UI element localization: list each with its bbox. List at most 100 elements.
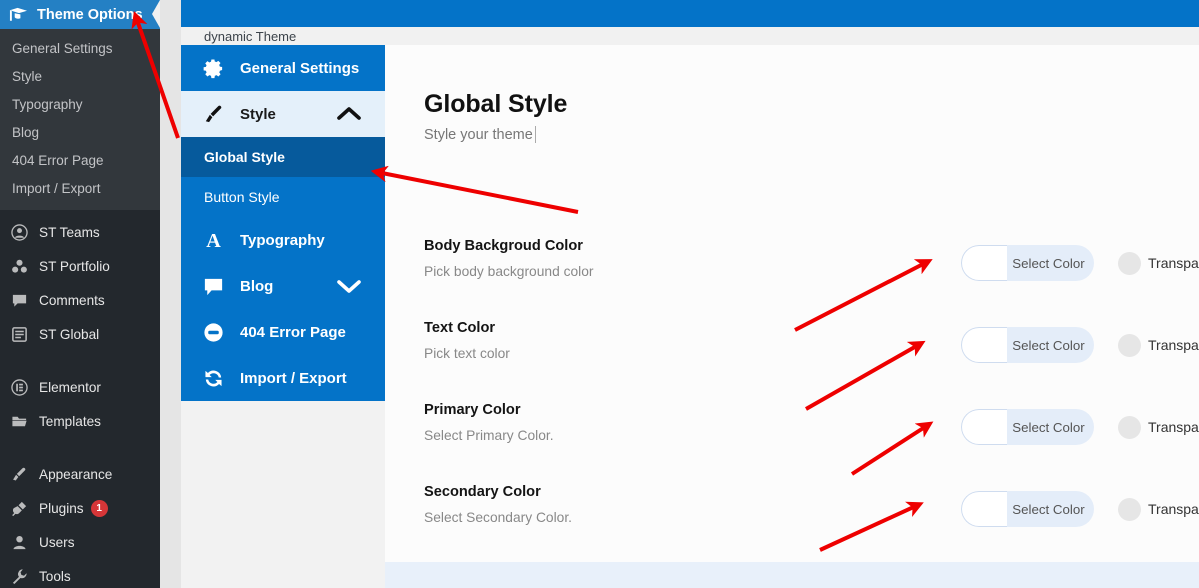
sidebar-label: ST Global (39, 326, 100, 342)
color-swatch[interactable] (961, 409, 1007, 445)
transparent-radio-option[interactable]: Transparent (1118, 251, 1199, 275)
field-controls: Select Color Transparent (961, 409, 1199, 445)
three-dots-icon (8, 258, 30, 275)
sidebar-item-templates[interactable]: Templates (0, 404, 160, 438)
nav-label: Blog (240, 277, 274, 295)
content-bottom-band (385, 562, 1199, 588)
sidebar-item-appearance[interactable]: Appearance (0, 457, 160, 491)
sidebar-label: Users (39, 534, 75, 550)
nav-label: Typography (240, 231, 325, 249)
field-text-block: Primary Color Select Primary Color. (424, 402, 924, 443)
color-picker-label: Select Color (1012, 255, 1085, 271)
submenu-item-general-settings[interactable]: General Settings (0, 35, 160, 63)
field-body-background-color: Body Backgroud Color Pick body backgroun… (424, 238, 1199, 281)
sidebar-item-plugins[interactable]: Plugins 1 (0, 491, 160, 525)
nav-label: Button Style (204, 189, 280, 205)
submenu-item-import-export[interactable]: Import / Export (0, 175, 160, 203)
sidebar-theme-options-label: Theme Options (37, 6, 143, 23)
transparent-radio-option[interactable]: Transparent (1118, 333, 1199, 357)
field-description: Pick text color (424, 346, 510, 361)
nav-item-typography[interactable]: A Typography (181, 217, 385, 263)
plug-icon (8, 500, 30, 517)
nav-label: Global Style (204, 149, 285, 165)
sidebar-label: Tools (39, 568, 71, 584)
field-text-block: Secondary Color Select Secondary Color. (424, 484, 924, 525)
letter-a-icon: A (202, 229, 228, 252)
nav-label: Import / Export (240, 369, 347, 387)
color-picker-button[interactable]: Select Color (961, 327, 1094, 363)
field-label: Body Backgroud Color (424, 238, 583, 254)
submenu-item-blog[interactable]: Blog (0, 119, 160, 147)
color-picker-button[interactable]: Select Color (961, 245, 1094, 281)
sidebar-label: Appearance (39, 466, 113, 482)
field-text-color: Text Color Pick text color Select Color … (424, 320, 1199, 363)
color-picker-label: Select Color (1012, 419, 1085, 435)
nav-subitem-button-style[interactable]: Button Style (181, 177, 385, 217)
nav-item-general-settings[interactable]: General Settings (181, 45, 385, 91)
submenu-item-404-error-page[interactable]: 404 Error Page (0, 147, 160, 175)
chevron-up-icon[interactable] (337, 106, 361, 122)
sidebar-item-elementor[interactable]: Elementor (0, 370, 160, 404)
nav-item-style[interactable]: Style (181, 91, 385, 137)
sidebar-item-st-portfolio[interactable]: ST Portfolio (0, 249, 160, 283)
field-primary-color: Primary Color Select Primary Color. Sele… (424, 402, 1199, 445)
sidebar-item-comments[interactable]: Comments (0, 283, 160, 317)
nav-item-import-export[interactable]: Import / Export (181, 355, 385, 401)
page-subtitle: Style your theme (424, 126, 536, 143)
sidebar-item-theme-options[interactable]: Theme Options (0, 0, 160, 29)
field-description: Select Primary Color. (424, 428, 554, 443)
field-text-block: Body Backgroud Color Pick body backgroun… (424, 238, 924, 279)
sidebar-label: Elementor (39, 379, 101, 395)
document-lines-icon (8, 326, 30, 343)
nav-subitem-global-style[interactable]: Global Style (181, 137, 385, 177)
sidebar-divider (0, 356, 160, 365)
radio-button[interactable] (1118, 333, 1141, 357)
nav-item-404-error-page[interactable]: 404 Error Page (181, 309, 385, 355)
sidebar-label: ST Portfolio (39, 258, 110, 274)
chevron-down-icon[interactable] (337, 278, 361, 294)
field-controls: Select Color Transparent (961, 245, 1199, 281)
color-swatch[interactable] (961, 245, 1007, 281)
sidebar-item-users[interactable]: Users (0, 525, 160, 559)
wrench-icon (8, 568, 30, 585)
paintbrush-icon (202, 103, 228, 126)
sidebar-divider (0, 443, 160, 452)
flag-banner-icon (9, 7, 28, 23)
field-secondary-color: Secondary Color Select Secondary Color. … (424, 484, 1199, 527)
transparent-label: Transparent (1148, 337, 1199, 353)
paintbrush-icon (8, 466, 30, 483)
field-description: Select Secondary Color. (424, 510, 573, 525)
comment-icon (8, 292, 30, 309)
radio-button[interactable] (1118, 251, 1141, 275)
folder-icon (8, 413, 30, 430)
user-icon (8, 534, 30, 551)
user-circle-icon (8, 223, 30, 241)
field-label: Secondary Color (424, 484, 541, 500)
theme-options-nav-panel: General Settings Style Global Style Butt… (181, 45, 385, 588)
sidebar-item-st-global[interactable]: ST Global (0, 317, 160, 351)
sidebar-group-site: Appearance Plugins 1 Users Tools (0, 452, 160, 588)
transparent-label: Transparent (1148, 419, 1199, 435)
speech-bubble-icon (202, 275, 228, 298)
minus-circle-icon (202, 321, 228, 344)
color-swatch[interactable] (961, 491, 1007, 527)
theme-name-label: dynamic Theme (204, 28, 297, 44)
transparent-radio-option[interactable]: Transparent (1118, 415, 1199, 439)
nav-item-blog[interactable]: Blog (181, 263, 385, 309)
sidebar-item-tools[interactable]: Tools (0, 559, 160, 588)
submenu-item-style[interactable]: Style (0, 63, 160, 91)
nav-label: Style (240, 105, 276, 123)
radio-button[interactable] (1118, 415, 1141, 439)
screen: Theme Options General Settings Style Typ… (0, 0, 1199, 588)
submenu-item-typography[interactable]: Typography (0, 91, 160, 119)
transparent-radio-option[interactable]: Transparent (1118, 497, 1199, 521)
radio-button[interactable] (1118, 497, 1141, 521)
color-swatch[interactable] (961, 327, 1007, 363)
color-picker-button[interactable]: Select Color (961, 491, 1094, 527)
sidebar-item-st-teams[interactable]: ST Teams (0, 215, 160, 249)
elementor-icon (8, 378, 30, 396)
nav-label: General Settings (240, 59, 360, 77)
color-picker-button[interactable]: Select Color (961, 409, 1094, 445)
nav-label: 404 Error Page (240, 323, 346, 341)
transparent-label: Transparent (1148, 255, 1199, 271)
